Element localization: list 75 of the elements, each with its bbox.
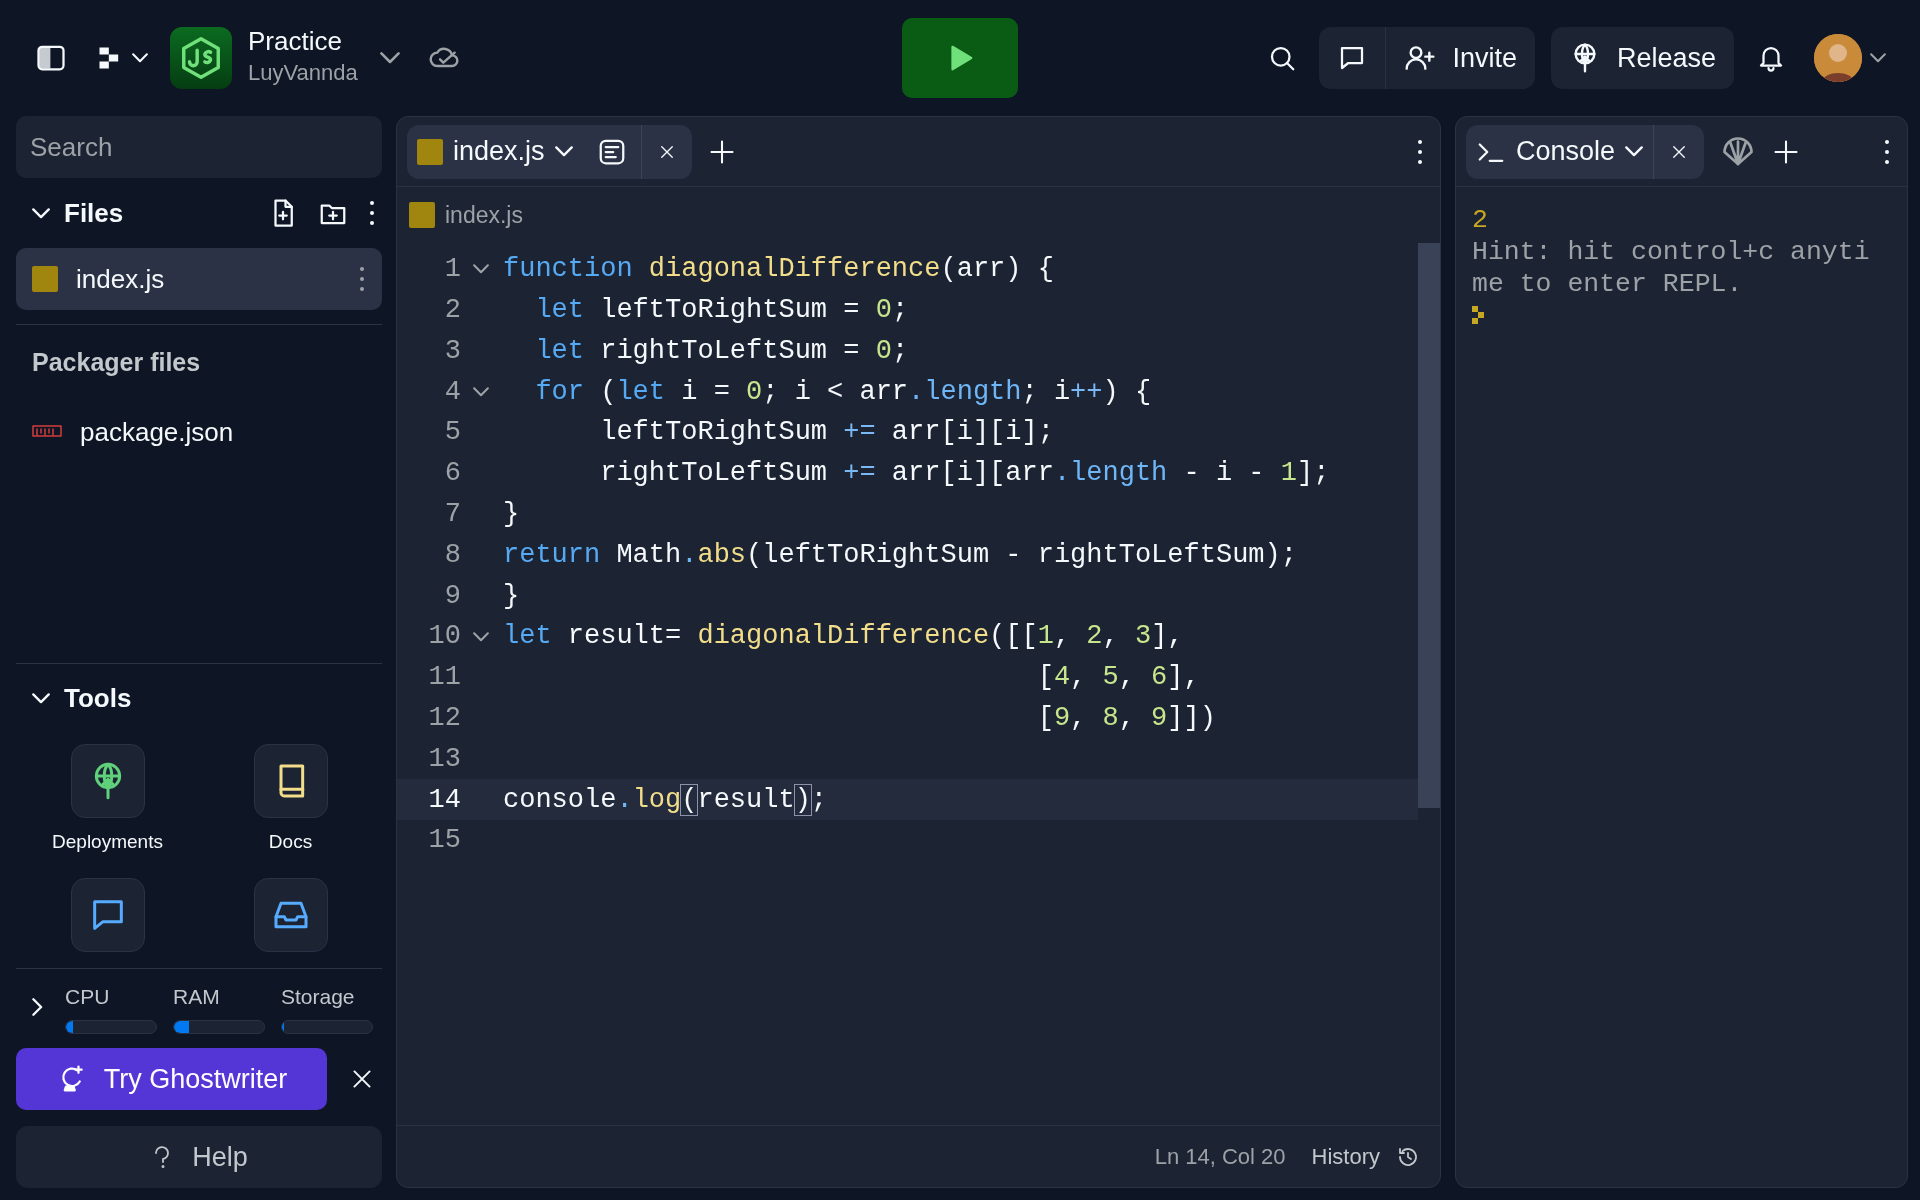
cursor-position: Ln 14, Col 20 <box>1154 1143 1286 1171</box>
line-number: 2 <box>443 293 461 327</box>
meter-label: Storage <box>281 983 356 1010</box>
line-number: 7 <box>443 497 461 531</box>
line-number: 1 <box>443 253 461 287</box>
line-number: 3 <box>443 334 461 368</box>
code-line: } <box>502 579 520 613</box>
scrollbar[interactable] <box>1418 243 1440 808</box>
tool-button[interactable] <box>70 878 145 952</box>
meter-label: CPU <box>65 983 111 1010</box>
section-heading: Packager files <box>31 347 202 379</box>
caret-icon <box>379 52 400 64</box>
tool-button[interactable] <box>253 878 328 952</box>
line-number: 6 <box>443 457 461 491</box>
breadcrumb[interactable]: index.js <box>445 197 523 233</box>
js-file-icon <box>417 138 443 165</box>
more-icon <box>1883 138 1891 165</box>
chevron-right-icon <box>32 998 43 1017</box>
line-number: 9 <box>443 579 461 613</box>
history-button[interactable]: History <box>1305 1134 1426 1179</box>
help-button[interactable]: Help <box>16 1126 382 1188</box>
line-number: 14 <box>427 783 461 817</box>
chevron-down-icon <box>32 693 50 704</box>
js-file-icon <box>409 202 435 228</box>
line-number: 13 <box>427 742 461 776</box>
line-number: 15 <box>427 824 461 858</box>
code-line: let rightToLeftSum = 0; <box>534 334 909 368</box>
package-icon <box>32 425 62 439</box>
search-field[interactable]: Search <box>16 116 382 178</box>
code-line: rightToLeftSum += arr[i][arr.length - i - 1]; <box>599 457 1330 491</box>
hint-text: Hint: hit control+c anytime to enter REPL. <box>1472 236 1870 301</box>
run-button[interactable] <box>902 18 1018 98</box>
line-number: 11 <box>427 661 461 695</box>
code-line: [9, 8, 9]]) <box>1036 701 1216 735</box>
prompt-icon <box>1472 306 1486 325</box>
code-line: [4, 5, 6], <box>1036 661 1200 695</box>
release-button[interactable]: Release <box>1550 27 1734 89</box>
file-item[interactable]: index.js <box>16 248 382 310</box>
project-title: Practice <box>248 27 343 56</box>
project-owner: LuyVannda <box>248 58 358 87</box>
code-line: } <box>502 497 520 531</box>
avatar <box>1814 34 1862 82</box>
more-icon <box>358 266 366 292</box>
code-line: let leftToRightSum = 0; <box>534 293 909 327</box>
tool-button[interactable] <box>70 743 145 818</box>
invite-button[interactable]: Invite <box>1386 27 1535 89</box>
code-line: let result= diagonalDifference([[1, 2, 3], <box>502 620 1184 654</box>
code-line: function diagonalDifference(arr) { <box>502 253 1054 287</box>
code-line: console.log(result); <box>502 783 828 817</box>
files-heading: Files <box>64 196 125 230</box>
line-number: 5 <box>443 416 461 450</box>
caret-icon <box>554 146 573 157</box>
file-item[interactable]: package.json <box>16 401 382 463</box>
code-line: return Math.abs(leftToRightSum - rightToLeftSum); <box>502 538 1297 572</box>
caret-icon <box>132 53 148 63</box>
chevron-down-icon <box>32 207 50 219</box>
line-number: 4 <box>443 375 461 409</box>
tool-label: Deployments <box>52 829 163 854</box>
more-icon <box>1416 138 1424 165</box>
js-file-icon <box>32 266 58 292</box>
code-line: for (let i = 0; i < arr.length; i++) { <box>534 375 1152 409</box>
tool-label: Docs <box>268 829 313 854</box>
code-line: leftToRightSum += arr[i][i]; <box>599 416 1054 450</box>
line-number: 12 <box>427 701 461 735</box>
more-icon <box>368 200 376 226</box>
line-number: 8 <box>443 538 461 572</box>
output-text: 2 <box>1472 205 1489 237</box>
ghostwriter-button[interactable]: Try Ghostwriter <box>16 1048 327 1110</box>
caret-icon <box>1625 146 1644 157</box>
caret-icon <box>1870 53 1886 63</box>
meter-label: RAM <box>173 983 221 1010</box>
tools-heading: Tools <box>64 682 132 715</box>
sidebar-icon <box>34 43 68 73</box>
line-number: 10 <box>427 620 461 654</box>
tool-button[interactable] <box>253 743 328 818</box>
